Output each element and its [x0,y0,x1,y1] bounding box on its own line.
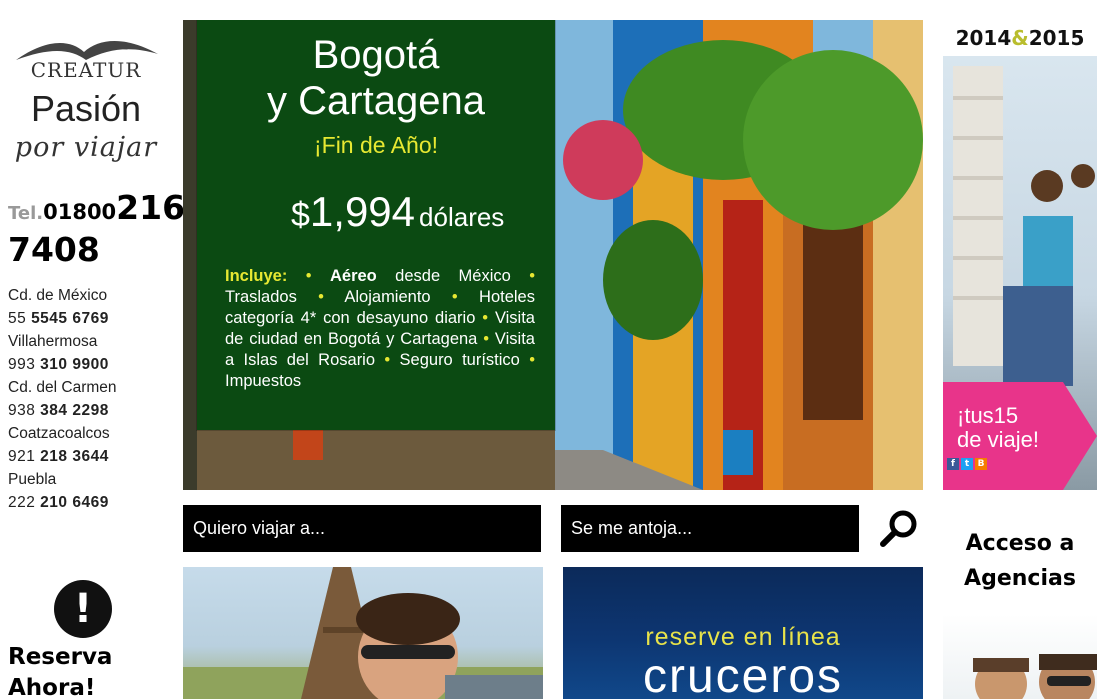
cruceros-line-2: cruceros [642,650,844,699]
promo-banner-bogota-cartagena[interactable]: Bogotá y Cartagena ¡Fin de Año! $1,994 dó… [183,20,923,490]
include-item: desde México [376,267,511,285]
price-amount: 1,994 [309,188,416,235]
branch-phone[interactable]: 921 218 3644 [8,445,158,468]
branch-phone-list: Cd. de México 55 5545 6769 Villahermosa … [8,284,158,514]
area-code: 55 [8,310,32,327]
reserva-ahora-link[interactable]: ! Reserva Ahora! [8,568,160,699]
phone-number: 384 2298 [40,402,109,419]
agents-photo [973,654,1097,699]
banner-title-line-1: Bogotá [312,33,440,77]
cruceros-promo-tile[interactable]: reserve en línea cruceros [563,567,923,699]
social-icons: f t B [947,458,987,470]
branch-phone[interactable]: 222 210 6469 [8,491,158,514]
area-code: 921 [8,448,41,465]
include-item: Alojamiento [344,288,431,306]
banner-title-line-2: y Cartagena [267,79,485,123]
include-item: Seguro turístico [399,351,520,369]
years-heading: 2014&2015 [943,26,1097,50]
phone-number: 218 3644 [40,448,109,465]
banner-subtitle: ¡Fin de Año! [313,132,439,158]
year-2015: 2015 [1028,26,1085,50]
banner-includes: Incluye: • Aéreo desde México • Traslado… [225,267,536,390]
offer-panel: Bogotá y Cartagena ¡Fin de Año! $1,994 dó… [197,20,555,430]
branch-phone[interactable]: 938 384 2298 [8,399,158,422]
exclamation-icon: ! [54,580,112,638]
branch-city: Coatzacoalcos [8,425,110,442]
logo-brand: CREATUR [30,58,142,82]
include-item: Traslados [225,288,297,306]
branch-city: Puebla [8,471,57,488]
banner-price: $1,994 dólares [291,188,504,236]
logo-tagline-pasion: Pasión [30,88,142,129]
area-code: 222 [8,494,41,511]
tel-part-2: 216 [116,188,186,227]
branch-phone[interactable]: 55 5545 6769 [8,307,158,330]
promo-text-line-2: de viaje! [957,427,1039,452]
area-code: 938 [8,402,41,419]
branch-phone[interactable]: 993 310 9900 [8,353,158,376]
reserva-line-2: Ahora! [8,675,96,699]
include-item: Impuestos [225,372,302,390]
branch-city: Cd. del Carmen [8,379,117,396]
blogger-icon[interactable]: B [975,458,987,470]
phone-number: 5545 6769 [31,310,109,327]
year-ampersand: & [1011,26,1029,50]
tel-part-1: 01800 [43,200,117,224]
cruceros-line-1: reserve en línea [645,623,841,651]
promo-text: ¡tus15 de viaje! [957,404,1087,452]
toll-free-phone[interactable]: Tel.01800216 7408 [8,190,185,274]
tel-part-3: 7408 [8,230,100,269]
destination-search-input[interactable]: Quiero viajar a... [183,505,541,552]
branch-city: Villahermosa [8,333,98,350]
facebook-icon[interactable]: f [947,458,959,470]
reserva-line-1: Reserva [8,644,113,670]
eiffel-tower-image [183,567,543,699]
area-code: 993 [8,356,41,373]
creatur-logo[interactable]: CREATUR Pasión por viajar [8,34,158,174]
include-item: Aéreo [329,267,377,285]
craving-search-input[interactable]: Se me antoja... [561,505,859,552]
banner-title: Bogotá y Cartagena [197,32,555,124]
logo-tagline-por-viajar: por viajar [14,132,158,163]
promo-text-line-1: ¡tus15 [957,403,1019,428]
agency-access-image[interactable] [943,614,1097,699]
acceso-line-1: Acceso a [965,531,1075,556]
twitter-icon[interactable]: t [961,458,973,470]
includes-label: Incluye: [225,267,288,285]
tel-prefix: Tel. [8,203,44,224]
paris-promo-tile[interactable] [183,567,543,699]
branch-city: Cd. de México [8,287,108,304]
phone-number: 310 9900 [40,356,109,373]
search-icon[interactable] [878,508,920,550]
year-2014: 2014 [955,26,1012,50]
acceso-line-2: Agencias [964,566,1076,591]
phone-number: 210 6469 [40,494,109,511]
agency-access-link[interactable]: Acceso a Agencias [943,526,1097,596]
price-unit: dólares [419,202,505,232]
price-currency: $ [291,196,310,234]
tus15-promo-banner[interactable]: ¡tus15 de viaje! f t B [943,56,1097,490]
reserva-ahora-label: Reserva Ahora! [8,642,112,699]
